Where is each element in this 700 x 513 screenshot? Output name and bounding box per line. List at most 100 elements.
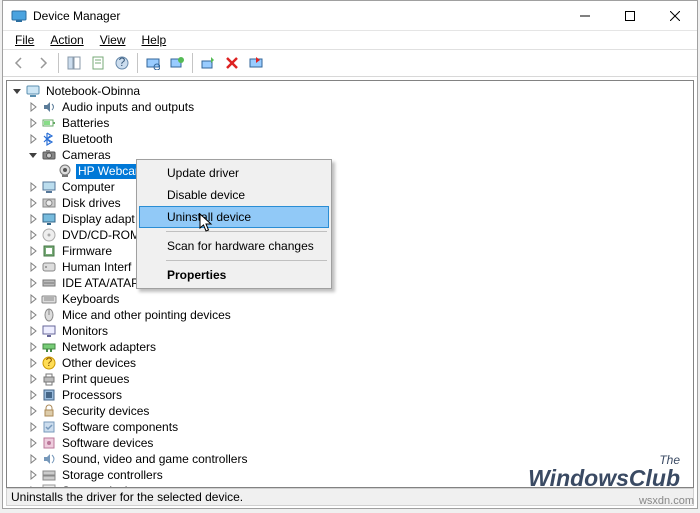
tree-item[interactable]: Processors [9,387,693,403]
swcomp-icon [41,419,57,435]
tree-label: Monitors [60,324,110,339]
menu-view[interactable]: View [92,32,134,48]
svg-text:?: ? [46,355,53,369]
tree-label: Display adapt [60,212,137,227]
help-button[interactable]: ? [111,52,133,74]
tree-item[interactable]: System devices [9,483,693,487]
tree-item[interactable]: Storage controllers [9,467,693,483]
context-item[interactable]: Scan for hardware changes [139,235,329,257]
toolbar-separator [192,53,193,73]
expand-toggle[interactable] [25,307,41,323]
tree-item[interactable]: Print queues [9,371,693,387]
expand-toggle[interactable] [25,227,41,243]
security-icon [41,403,57,419]
tree-item[interactable]: Firmware [9,243,693,259]
expand-toggle[interactable] [25,179,41,195]
tree-label: Audio inputs and outputs [60,100,196,115]
context-item[interactable]: Properties [139,264,329,286]
firmware-icon [41,243,57,259]
tree-label: DVD/CD-ROM [60,228,142,243]
expand-toggle[interactable] [25,387,41,403]
expand-toggle[interactable] [25,435,41,451]
tree-label: IDE ATA/ATAP. [60,276,143,291]
expand-toggle[interactable] [25,419,41,435]
tree-item[interactable]: Network adapters [9,339,693,355]
tree-item[interactable]: Monitors [9,323,693,339]
network-icon [41,339,57,355]
status-text: Uninstalls the driver for the selected d… [11,490,243,504]
back-button[interactable] [8,52,30,74]
titlebar: Device Manager [3,1,697,31]
update-driver-button[interactable] [197,52,219,74]
tree-item[interactable]: Display adapt [9,211,693,227]
expand-toggle[interactable] [25,275,41,291]
system-icon [41,483,57,487]
expand-toggle[interactable] [25,195,41,211]
expand-toggle[interactable] [25,259,41,275]
expand-toggle[interactable] [25,483,41,487]
tree-root[interactable]: Notebook-Obinna [9,83,693,99]
app-icon [11,8,27,24]
expand-toggle[interactable] [25,371,41,387]
context-item[interactable]: Disable device [139,184,329,206]
expand-toggle[interactable] [25,355,41,371]
maximize-button[interactable] [607,1,652,31]
toolbar-separator [137,53,138,73]
disable-button[interactable] [245,52,267,74]
tree-item[interactable]: Software devices [9,435,693,451]
tree-item[interactable]: Sound, video and game controllers [9,451,693,467]
context-item[interactable]: Uninstall device [139,206,329,228]
ide-icon [41,275,57,291]
tree-item[interactable]: Batteries [9,115,693,131]
tree-item[interactable]: Security devices [9,403,693,419]
tree-item[interactable]: HP Webcam [9,163,693,179]
tree-item[interactable]: Human Interf [9,259,693,275]
forward-button[interactable] [32,52,54,74]
expand-toggle[interactable] [25,243,41,259]
tree-item[interactable]: ?Other devices [9,355,693,371]
close-button[interactable] [652,1,697,31]
context-separator [166,260,327,261]
expand-toggle[interactable] [25,323,41,339]
menu-file[interactable]: File [7,32,42,48]
cpu-icon [41,387,57,403]
menu-help[interactable]: Help [134,32,175,48]
properties-button[interactable] [87,52,109,74]
tree-label: Software components [60,420,180,435]
minimize-button[interactable] [562,1,607,31]
device-tree[interactable]: Notebook-ObinnaAudio inputs and outputsB… [7,81,693,487]
expand-toggle[interactable] [25,451,41,467]
tree-item[interactable]: Bluetooth [9,131,693,147]
expand-toggle[interactable] [25,115,41,131]
tree-item[interactable]: Software components [9,419,693,435]
scan-hardware-button[interactable] [142,52,164,74]
expand-toggle[interactable] [25,467,41,483]
expand-toggle[interactable] [25,291,41,307]
expand-toggle[interactable] [25,211,41,227]
tree-item[interactable]: IDE ATA/ATAP. [9,275,693,291]
uninstall-button[interactable] [221,52,243,74]
expand-toggle[interactable] [25,147,41,163]
menu-action[interactable]: Action [42,32,91,48]
tree-item[interactable]: Mice and other pointing devices [9,307,693,323]
tree-item[interactable]: Audio inputs and outputs [9,99,693,115]
expand-toggle[interactable] [25,131,41,147]
expand-toggle[interactable] [9,83,25,99]
tree-item[interactable]: Disk drives [9,195,693,211]
add-legacy-button[interactable] [166,52,188,74]
computer-icon [25,83,41,99]
other-icon: ? [41,355,57,371]
tree-label: Bluetooth [60,132,115,147]
expand-toggle[interactable] [25,403,41,419]
context-item[interactable]: Update driver [139,162,329,184]
tree-label: Mice and other pointing devices [60,308,233,323]
tree-item[interactable]: Computer [9,179,693,195]
computer-icon [41,179,57,195]
expand-toggle[interactable] [25,99,41,115]
tree-item[interactable]: Keyboards [9,291,693,307]
show-hide-tree-button[interactable] [63,52,85,74]
tree-item[interactable]: Cameras [9,147,693,163]
tree-item[interactable]: DVD/CD-ROM [9,227,693,243]
expand-toggle[interactable] [25,339,41,355]
tree-label: Computer [60,180,117,195]
